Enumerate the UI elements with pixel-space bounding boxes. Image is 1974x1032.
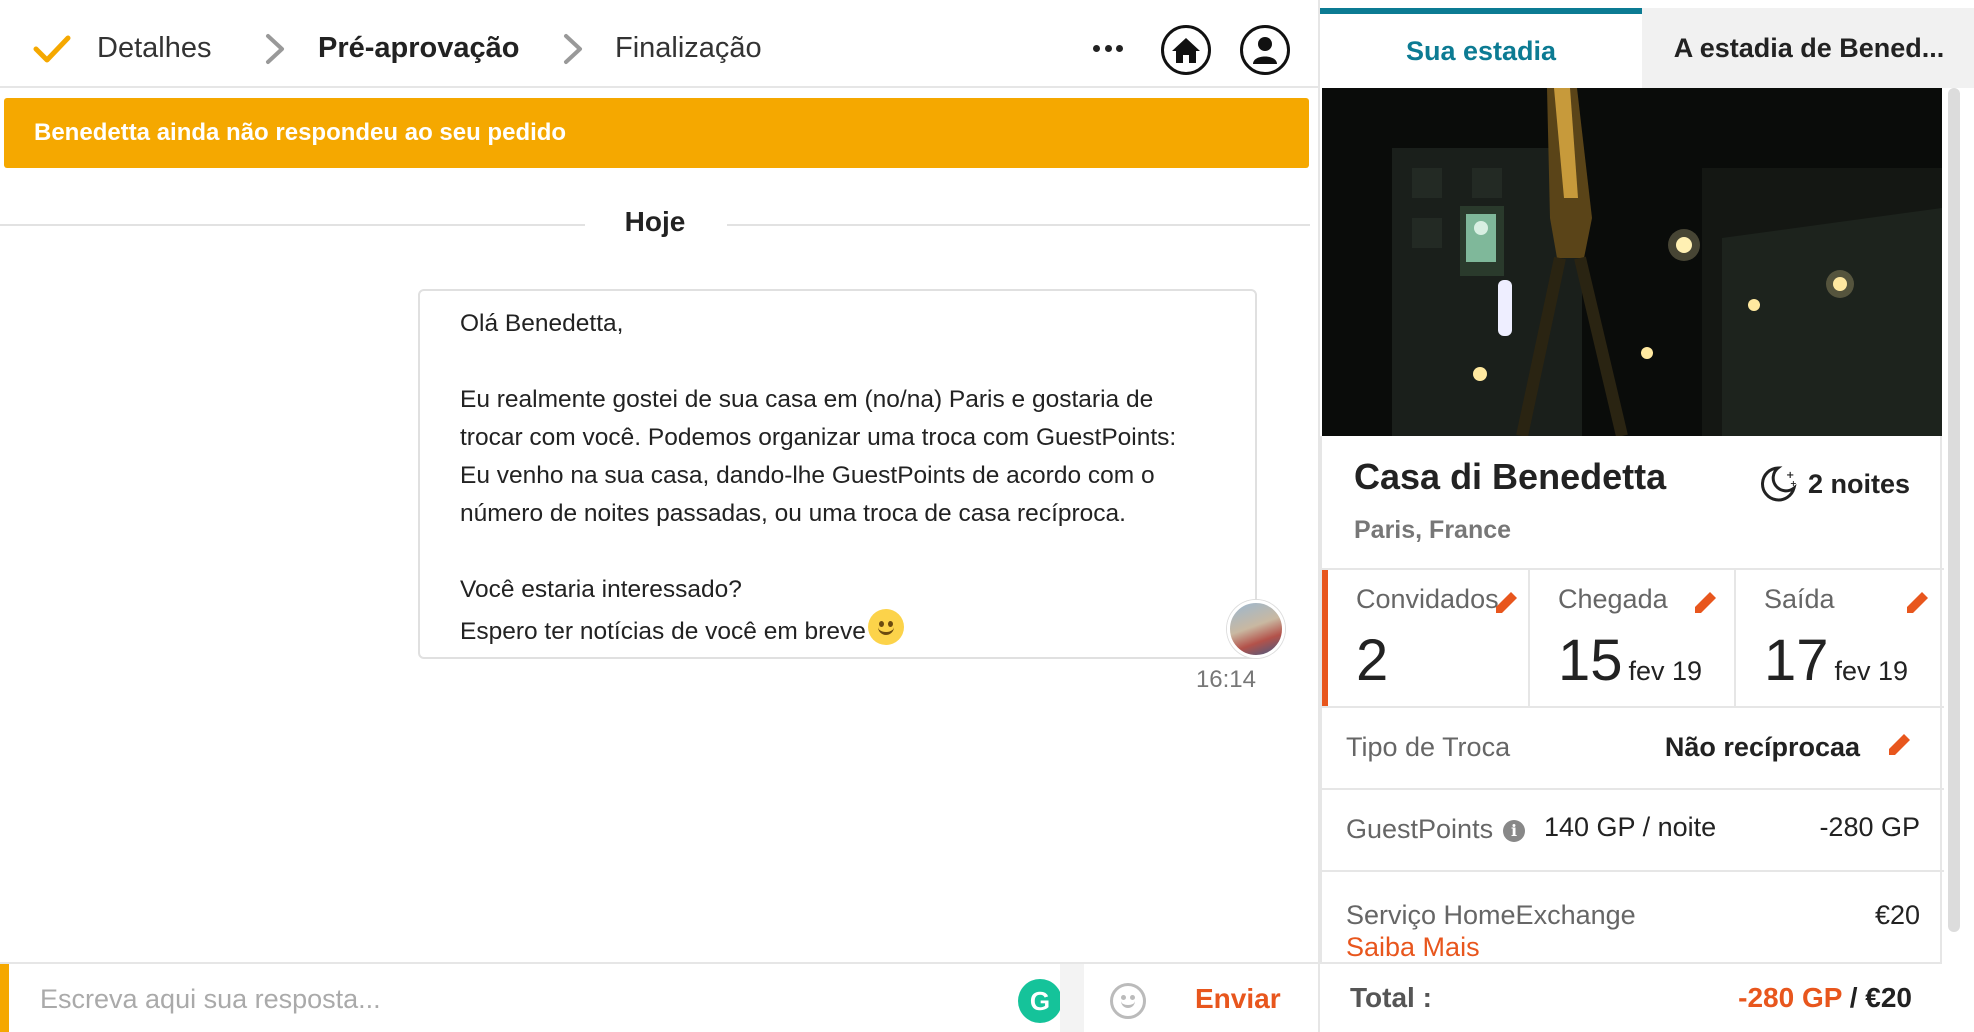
info-icon[interactable]: i (1503, 820, 1526, 842)
service-label: Serviço HomeExchange (1346, 900, 1636, 930)
status-banner-text: Benedetta ainda não respondeu ao seu ped… (34, 119, 567, 146)
service-row: Serviço HomeExchange €20 Saiba Mais (1322, 872, 1944, 962)
message-greeting: Olá Benedetta, (460, 310, 624, 337)
reply-input[interactable] (20, 970, 1050, 1028)
day-divider: Hoje (0, 200, 1318, 250)
pencil-icon[interactable] (1904, 590, 1930, 616)
message-line: trocar com você. Podemos organizar uma t… (460, 424, 1177, 451)
pencil-icon[interactable] (1493, 590, 1519, 616)
booking-boxes: Convidados 2 Chegada 15 fev 19 Saída 17 fe… (1322, 568, 1944, 708)
reply-composer: G Enviar (0, 962, 1318, 1032)
exchange-type-value: Não recíprocaa (1664, 732, 1860, 762)
nights-count: + + 2 noites (1758, 464, 1910, 504)
guestpoints-row: GuestPoints i 140 GP / noite -280 GP (1322, 790, 1944, 872)
message-closing-line: Espero ter notícias de você em breve (460, 609, 1215, 651)
guestpoints-label-group: GuestPoints i (1346, 814, 1526, 845)
guestpoints-rate: 140 GP / noite (1544, 812, 1717, 842)
pencil-icon[interactable] (1886, 732, 1912, 758)
message-bubble: Olá Benedetta, Eu realmente gostei de su… (418, 289, 1257, 659)
message-line: número de noites passadas, ou uma troca … (460, 500, 1126, 527)
stay-details-pane: Sua estadia A estadia de Bened... Casa d… (1318, 0, 1974, 1032)
guests-label: Convidados (1356, 584, 1499, 614)
day-label: Hoje (624, 206, 686, 237)
arrival-box[interactable]: Chegada 15 fev 19 (1528, 570, 1734, 706)
stay-summary-card: Casa di Benedetta Paris, France + + 2 no… (1320, 436, 1944, 962)
departure-day: 17 (1764, 628, 1829, 693)
nights-label: 2 noites (1807, 468, 1910, 499)
arrival-label: Chegada (1558, 584, 1668, 614)
total-separator: / (1841, 982, 1866, 1013)
composer-divider (1060, 964, 1084, 1032)
guestpoints-amount: -280 GP (1819, 812, 1920, 842)
message-timestamp: 16:14 (1195, 666, 1256, 693)
tab-your-stay[interactable]: Sua estadia (1320, 8, 1642, 88)
conversation-pane: Detalhes Pré-aprovação Finalização Bened… (0, 0, 1318, 1032)
send-button[interactable]: Enviar (1195, 976, 1281, 1022)
total-eur: €20 (1865, 982, 1912, 1013)
step-details[interactable]: Detalhes (97, 8, 211, 88)
smiley-emoji-icon (867, 609, 904, 645)
arrival-day: 15 (1558, 628, 1623, 693)
pencil-icon[interactable] (1692, 590, 1718, 616)
property-location: Paris, France (1354, 516, 1512, 544)
guests-box[interactable]: Convidados 2 (1322, 570, 1528, 706)
check-icon (33, 35, 71, 63)
divider-line (0, 224, 585, 226)
exchange-type-row: Tipo de Troca Não recíprocaa (1322, 708, 1944, 790)
total-label: Total : (1350, 982, 1432, 1013)
more-icon[interactable] (1093, 34, 1123, 62)
chevron-right-icon (564, 34, 582, 64)
departure-label: Saída (1764, 584, 1835, 614)
exchange-type-label: Tipo de Troca (1346, 732, 1511, 762)
divider-line (727, 224, 1310, 226)
tab-host-stay[interactable]: A estadia de Bened... (1642, 8, 1974, 88)
avatar[interactable] (1227, 600, 1285, 658)
property-photo[interactable] (1322, 88, 1942, 436)
composer-accent (0, 964, 9, 1032)
total-gp: -280 GP (1738, 982, 1842, 1013)
emoji-icon[interactable] (1110, 983, 1146, 1019)
departure-box[interactable]: Saída 17 fev 19 (1734, 570, 1944, 706)
arrival-date: 15 fev 19 (1558, 626, 1702, 706)
home-icon[interactable] (1161, 25, 1211, 75)
departure-month: fev 19 (1834, 656, 1909, 686)
arrival-month: fev 19 (1628, 656, 1703, 686)
message-line: Eu venho na sua casa, dando-lhe GuestPoi… (460, 462, 1155, 489)
service-amount: €20 (1874, 900, 1920, 930)
departure-date: 17 fev 19 (1764, 626, 1908, 706)
stay-tabs: Sua estadia A estadia de Bened... (1320, 8, 1974, 88)
moon-icon: + + (1761, 466, 1797, 502)
message-line: Eu realmente gostei de sua casa em (no/n… (460, 386, 1154, 413)
guests-value: 2 (1356, 628, 1389, 693)
message-question: Você estaria interessado? (460, 576, 742, 603)
progress-steps-bar: Detalhes Pré-aprovação Finalização (0, 8, 1318, 88)
total-value: -280 GP / €20 (1738, 982, 1912, 1014)
grammarly-icon[interactable]: G (1018, 979, 1062, 1023)
message-closing: Espero ter notícias de você em breve (460, 618, 866, 645)
scrollbar[interactable] (1948, 88, 1960, 932)
chevron-right-icon (266, 34, 284, 64)
property-name[interactable]: Casa di Benedetta (1354, 456, 1666, 498)
svg-text:+: + (1790, 479, 1797, 488)
user-icon[interactable] (1240, 25, 1290, 75)
learn-more-link[interactable]: Saiba Mais (1346, 932, 1480, 963)
status-banner: Benedetta ainda não respondeu ao seu ped… (4, 98, 1309, 168)
step-preapproval[interactable]: Pré-aprovação (318, 8, 520, 88)
step-finalization[interactable]: Finalização (615, 8, 762, 88)
guestpoints-label: GuestPoints (1346, 814, 1494, 844)
total-bar: Total : -280 GP / €20 (1320, 962, 1942, 1032)
